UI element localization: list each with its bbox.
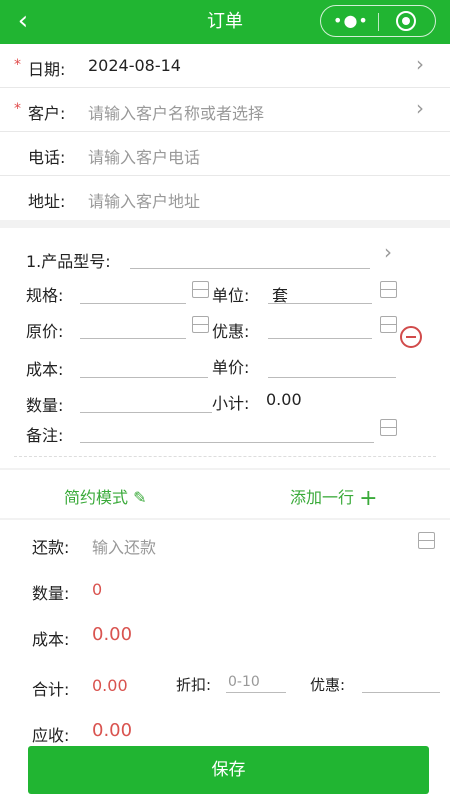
unit-price-input[interactable]: [268, 377, 396, 378]
product-model-label: 1.产品型号:: [26, 252, 111, 271]
phone-label: 电话:: [28, 148, 66, 167]
select-icon[interactable]: [380, 281, 397, 298]
capsule-divider: [378, 13, 379, 31]
repay-label: 还款:: [32, 538, 70, 557]
price-input[interactable]: [80, 338, 186, 339]
target-icon[interactable]: [396, 11, 416, 31]
plus-icon: +: [359, 486, 378, 511]
remove-row-icon[interactable]: [400, 326, 422, 348]
repay-input[interactable]: 输入还款: [92, 534, 156, 558]
top-bar: ‹ 订单 •●•: [0, 0, 450, 44]
address-input[interactable]: 请输入客户地址: [88, 188, 200, 212]
unit-label: 单位:: [212, 286, 250, 305]
discount-rate-label: 折扣:: [176, 676, 212, 694]
chevron-right-icon[interactable]: ›: [384, 240, 392, 264]
more-dots-icon[interactable]: •●•: [333, 6, 368, 36]
simple-mode-label: 简约模式: [64, 488, 129, 507]
customer-row[interactable]: * 客户: 请输入客户名称或者选择 ›: [0, 88, 450, 132]
spec-input[interactable]: [80, 303, 186, 304]
phone-input[interactable]: 请输入客户电话: [88, 144, 200, 168]
unit-price-label: 单价:: [212, 358, 250, 377]
summary-qty-value: 0: [92, 580, 103, 599]
simple-mode-button[interactable]: 简约模式 ✎: [64, 484, 147, 508]
product-model-input[interactable]: [130, 268, 370, 269]
receivable-label: 应收:: [32, 726, 70, 745]
qty-label: 数量:: [26, 396, 64, 415]
required-mark: *: [14, 101, 21, 117]
required-mark: *: [14, 57, 21, 73]
address-label: 地址:: [28, 192, 66, 211]
subtotal-label: 小计:: [212, 394, 250, 413]
summary-cost-label: 成本:: [32, 630, 70, 649]
select-icon[interactable]: [192, 316, 209, 333]
remark-label: 备注:: [26, 426, 64, 445]
customer-input[interactable]: 请输入客户名称或者选择: [88, 100, 264, 124]
divider: [14, 456, 436, 457]
add-row-label: 添加一行: [290, 488, 355, 507]
discount-rate-input[interactable]: 0-10: [228, 674, 260, 690]
select-icon[interactable]: [380, 316, 397, 333]
chevron-right-icon[interactable]: ›: [416, 96, 424, 120]
total-value: 0.00: [92, 676, 128, 695]
select-icon[interactable]: [418, 532, 435, 549]
total-label: 合计:: [32, 680, 70, 699]
add-row-button[interactable]: 添加一行 +: [290, 484, 378, 511]
discount-rate-underline: [226, 692, 286, 693]
date-label: 日期:: [28, 60, 66, 79]
subtotal-value: 0.00: [266, 390, 302, 409]
chevron-right-icon[interactable]: ›: [416, 52, 424, 76]
select-icon[interactable]: [192, 281, 209, 298]
address-row[interactable]: 地址: 请输入客户地址: [0, 176, 450, 220]
remark-input[interactable]: [80, 442, 374, 443]
summary-discount-input[interactable]: [362, 692, 440, 693]
cost-label: 成本:: [26, 360, 64, 379]
price-label: 原价:: [26, 322, 64, 341]
receivable-value: 0.00: [92, 720, 133, 741]
summary-discount-label: 优惠:: [310, 676, 346, 694]
mini-program-capsule: •●•: [320, 5, 436, 37]
phone-row[interactable]: 电话: 请输入客户电话: [0, 132, 450, 176]
summary-qty-label: 数量:: [32, 584, 70, 603]
discount-label: 优惠:: [212, 322, 250, 341]
save-button[interactable]: 保存: [28, 746, 429, 794]
qty-input[interactable]: [80, 412, 212, 413]
date-value[interactable]: 2024-08-14: [88, 56, 181, 75]
unit-input[interactable]: [268, 303, 372, 304]
discount-input[interactable]: [268, 338, 372, 339]
cost-input[interactable]: [80, 377, 208, 378]
select-icon[interactable]: [380, 419, 397, 436]
customer-label: 客户:: [28, 104, 66, 123]
actions-bar: 简约模式 ✎ 添加一行 +: [0, 470, 450, 518]
spec-label: 规格:: [26, 286, 64, 305]
product-section: 1.产品型号: › 规格: 单位: 套 原价: 优惠: 成本: 单价: 数量: …: [0, 228, 450, 468]
edit-icon: ✎: [133, 488, 147, 507]
summary-cost-value: 0.00: [92, 624, 133, 645]
date-row[interactable]: * 日期: 2024-08-14 ›: [0, 44, 450, 88]
customer-section: * 日期: 2024-08-14 › * 客户: 请输入客户名称或者选择 › 电…: [0, 44, 450, 220]
